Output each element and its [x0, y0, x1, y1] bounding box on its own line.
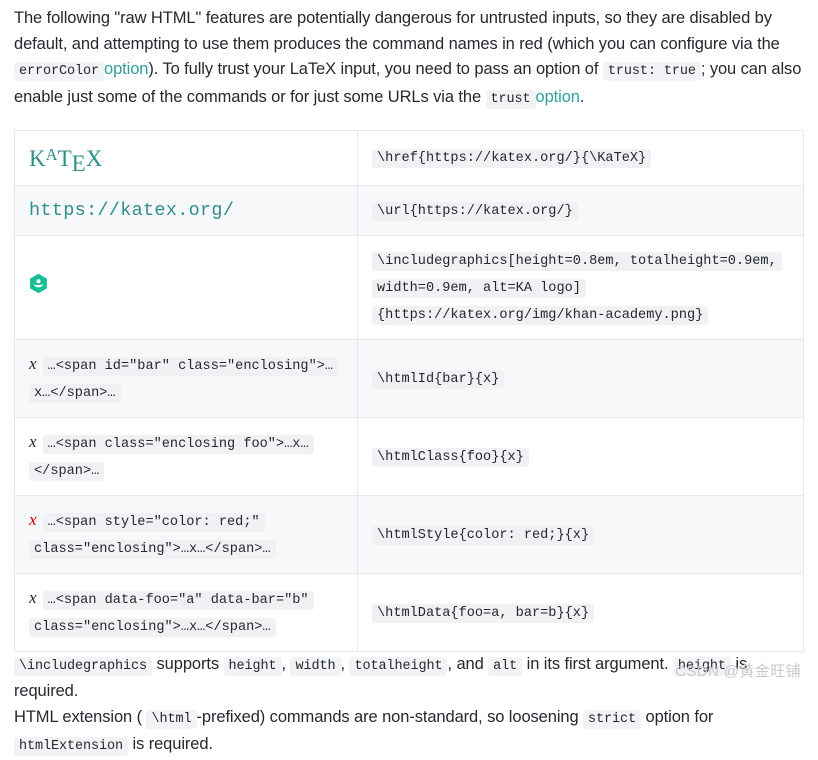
katex-logo-k: K — [29, 145, 46, 171]
math-variable-x: x — [29, 431, 37, 451]
ext-text-1: HTML extension ( — [14, 707, 142, 726]
katex-logo-a: A — [45, 145, 58, 164]
code-chip-width: width — [290, 656, 341, 676]
math-variable-x-red: x — [29, 509, 37, 529]
note-text-first-argument: in its first argument. — [526, 654, 669, 673]
intro-text-2: ). To fully trust your LaTeX input, you … — [148, 60, 599, 78]
document-page: The following "raw HTML" features are po… — [0, 0, 818, 760]
cell-rendered-output — [14, 234, 358, 340]
code-htmldata: \htmlData{foo=a, bar=b}{x} — [372, 603, 595, 623]
code-htmlclass: \htmlClass{foo}{x} — [372, 447, 529, 467]
raw-html-features-table: KATEX \href{https://katex.org/}{\KaTeX} … — [14, 130, 804, 652]
khan-academy-icon — [29, 273, 48, 302]
code-url: \url{https://katex.org/} — [372, 201, 578, 221]
intro-text-4: . — [579, 87, 585, 106]
code-chip-strict: strict — [583, 709, 642, 729]
cell-source-code: \htmlId{bar}{x} — [357, 338, 804, 418]
code-includegraphics: \includegraphics[height=0.8em, totalheig… — [372, 251, 782, 325]
table-row: https://katex.org/ \url{https://katex.or… — [14, 184, 804, 236]
cell-source-code: \htmlStyle{color: red;}{x} — [357, 494, 804, 574]
code-chip-height: height — [223, 656, 282, 676]
ext-text-2: -prefixed) commands are non-standard, so… — [196, 707, 579, 726]
cell-rendered-output: x …<span id="bar" class="enclosing">…x…</… — [14, 338, 358, 418]
intro-text-1: The following "raw HTML" features are po… — [14, 9, 780, 53]
code-chip-alt: alt — [488, 656, 523, 676]
link-option-errorcolor[interactable]: option — [104, 60, 148, 78]
ext-text-3: option for — [645, 707, 714, 726]
code-chip-errorcolor: errorColor — [14, 62, 105, 81]
csdn-watermark: CSDN @黄金旺铺 — [675, 663, 801, 680]
intro-paragraph: The following "raw HTML" features are po… — [14, 0, 804, 112]
katex-logo: KATEX — [29, 145, 103, 176]
code-rendered-html-htmlid: …<span id="bar" class="enclosing">…x…</s… — [29, 356, 339, 403]
code-rendered-html-htmlclass: …<span class="enclosing foo">…x…</span>… — [29, 434, 314, 481]
table-row: x …<span class="enclosing foo">…x…</span>… — [14, 416, 804, 496]
code-rendered-html-htmlstyle: …<span style="color: red;" class="enclos… — [29, 512, 276, 559]
cell-source-code: \htmlData{foo=a, bar=b}{x} — [357, 572, 804, 652]
code-href: \href{https://katex.org/}{\KaTeX} — [372, 149, 652, 169]
table-row: x …<span style="color: red;" class="enclo… — [14, 494, 804, 574]
math-variable-x: x — [29, 353, 37, 373]
code-chip-htmlextension: htmlExtension — [14, 737, 129, 757]
cell-source-code: \htmlClass{foo}{x} — [357, 416, 804, 496]
code-htmlstyle: \htmlStyle{color: red;}{x} — [372, 525, 595, 545]
katex-logo-e: E — [71, 150, 86, 176]
cell-source-code: \href{https://katex.org/}{\KaTeX} — [357, 130, 804, 186]
table-row: x …<span data-foo="a" data-bar="b" class=… — [14, 572, 804, 652]
katex-logo-x: X — [85, 145, 103, 171]
katex-logo-t: T — [57, 145, 72, 171]
ext-text-4: is required. — [132, 735, 214, 754]
link-option-trust[interactable]: option — [536, 88, 580, 106]
code-chip-trust: trust — [485, 89, 536, 109]
code-htmlid: \htmlId{bar}{x} — [372, 369, 505, 389]
code-rendered-html-htmldata: …<span data-foo="a" data-bar="b" class="… — [29, 590, 314, 637]
katex-url-text: https://katex.org/ — [29, 199, 235, 221]
table-row: KATEX \href{https://katex.org/}{\KaTeX} — [14, 130, 804, 186]
note-text-and: , and — [447, 654, 484, 673]
note-comma-2: , — [340, 654, 346, 673]
code-chip-includegraphics: \includegraphics — [14, 656, 153, 676]
cell-rendered-output: KATEX — [14, 130, 358, 186]
note-text-supports: supports — [156, 654, 220, 673]
table-row: x …<span id="bar" class="enclosing">…x…</… — [14, 338, 804, 418]
cell-rendered-output: https://katex.org/ — [14, 184, 358, 236]
code-chip-totalheight: totalheight — [349, 656, 448, 676]
cell-source-code: \includegraphics[height=0.8em, totalheig… — [357, 234, 804, 340]
html-extension-note-paragraph: HTML extension ( \html -prefixed) command… — [14, 705, 804, 760]
cell-rendered-output: x …<span data-foo="a" data-bar="b" class=… — [14, 572, 358, 652]
cell-source-code: \url{https://katex.org/} — [357, 184, 804, 236]
note-comma-1: , — [281, 654, 287, 673]
cell-rendered-output: x …<span class="enclosing foo">…x…</span>… — [14, 416, 358, 496]
table-row: \includegraphics[height=0.8em, totalheig… — [14, 234, 804, 340]
code-chip-html: \html — [146, 709, 197, 729]
cell-rendered-output: x …<span style="color: red;" class="enclo… — [14, 494, 358, 574]
code-chip-trust-true: trust: true — [602, 62, 701, 81]
math-variable-x: x — [29, 587, 37, 607]
